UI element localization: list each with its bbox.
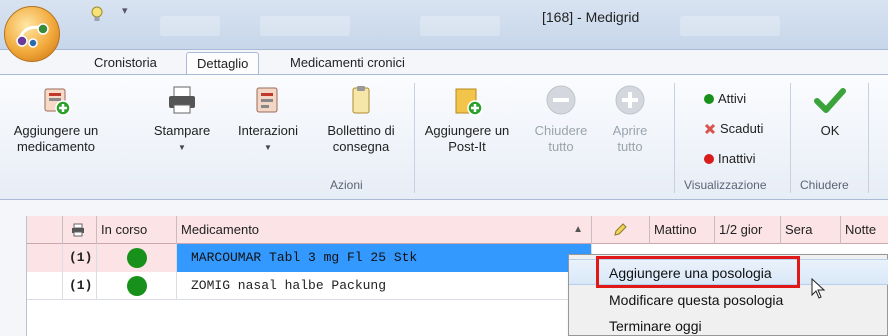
group-label-view: Visualizzazione	[684, 178, 767, 192]
header-in-progress[interactable]: In corso	[97, 216, 177, 244]
status-cell	[97, 272, 177, 300]
header-print-col[interactable]	[63, 216, 97, 244]
ribbon-separator	[414, 83, 415, 193]
expand-all-label: Aprire tutto	[612, 123, 648, 154]
ribbon-separator	[868, 83, 869, 193]
application-menu-button[interactable]	[4, 6, 60, 62]
ribbon-panel: Aggiungere un medicamento Stampare ▼ Int…	[0, 74, 888, 200]
print-dropdown-icon: ▼	[178, 143, 186, 152]
active-status-icon	[126, 276, 147, 296]
clipboard-icon	[344, 83, 378, 117]
lightbulb-icon[interactable]	[90, 6, 104, 24]
add-medicament-label: Aggiungere un medicamento	[13, 123, 99, 154]
sort-ascending-icon: ▲	[573, 224, 583, 235]
printer-small-icon	[72, 223, 84, 237]
ribbon-separator	[674, 83, 675, 193]
medicament-cell[interactable]: ZOMIG nasal halbe Packung	[177, 272, 592, 300]
add-postit-label: Aggiungere un Post-It	[424, 123, 510, 154]
add-postit-button[interactable]: Aggiungere un Post-It	[422, 83, 512, 155]
header-medicament[interactable]: Medicamento ▲	[177, 216, 592, 244]
menu-item-edit-posology[interactable]: Modificare questa posologia	[569, 287, 888, 313]
row-count: (1)	[63, 272, 97, 300]
red-dot-icon	[704, 153, 714, 164]
expired-x-icon	[704, 123, 716, 134]
green-dot-icon	[704, 93, 714, 104]
interactions-label: Interazioni	[238, 123, 298, 138]
tab-cronistoria[interactable]: Cronistoria	[84, 52, 167, 74]
filter-expired[interactable]: Scaduti	[704, 121, 763, 136]
filter-active-label: Attivi	[718, 91, 747, 106]
app-logo-icon	[16, 23, 49, 48]
delivery-note-label: Bollettino di consegna	[327, 123, 395, 154]
tab-dettaglio[interactable]: Dettaglio	[186, 52, 260, 75]
quick-access-dropdown-icon[interactable]: ▾	[122, 4, 128, 17]
minus-circle-icon	[544, 83, 578, 117]
checkmark-icon	[813, 83, 847, 117]
print-button[interactable]: Stampare ▼	[144, 83, 220, 156]
header-medicament-label: Medicamento	[181, 222, 260, 237]
plus-circle-icon	[613, 83, 647, 117]
ok-button[interactable]: OK	[800, 83, 860, 139]
row-count: (1)	[63, 244, 97, 272]
header-blank	[27, 216, 63, 244]
ok-label: OK	[820, 123, 840, 138]
background-blur	[680, 16, 780, 36]
header-evening[interactable]: Sera	[781, 216, 841, 244]
header-edit[interactable]	[592, 216, 650, 244]
background-blur	[260, 16, 350, 36]
menu-item-end-today[interactable]: Terminare oggi	[569, 313, 888, 336]
interactions-button[interactable]: Interazioni ▼	[226, 83, 310, 156]
interactions-icon	[251, 83, 285, 117]
filter-expired-label: Scaduti	[720, 121, 764, 136]
pencil-icon	[614, 223, 627, 236]
ribbon-separator	[790, 83, 791, 193]
filter-active[interactable]: Attivi	[704, 91, 746, 106]
delivery-note-button[interactable]: Bollettino di consegna	[314, 83, 408, 155]
collapse-all-label: Chiudere tutto	[534, 123, 588, 154]
group-label-actions: Azioni	[330, 178, 363, 192]
header-night[interactable]: Notte	[841, 216, 888, 244]
print-label: Stampare	[153, 123, 211, 138]
row-indicator	[27, 244, 63, 272]
background-blur	[420, 16, 500, 36]
background-blur	[160, 16, 220, 36]
postit-icon	[450, 83, 484, 117]
filter-inactive[interactable]: Inattivi	[704, 151, 756, 166]
filter-inactive-label: Inattivi	[718, 151, 756, 166]
header-morning[interactable]: Mattino	[650, 216, 715, 244]
medicament-cell[interactable]: MARCOUMAR Tabl 3 mg Fl 25 Stk	[177, 244, 592, 272]
printer-icon	[165, 83, 199, 117]
mouse-cursor-icon	[811, 278, 826, 299]
tab-medicamenti-cronici[interactable]: Medicamenti cronici	[280, 52, 415, 74]
add-medicament-button[interactable]: Aggiungere un medicamento	[8, 83, 104, 155]
status-cell	[97, 244, 177, 272]
title-bar: ▾ [168] - Medigrid	[0, 0, 888, 50]
expand-all-button[interactable]: Aprire tutto	[600, 83, 660, 155]
active-status-icon	[126, 248, 147, 268]
collapse-all-button[interactable]: Chiudere tutto	[528, 83, 594, 155]
interactions-dropdown-icon: ▼	[264, 143, 272, 152]
window-title: [168] - Medigrid	[542, 9, 640, 25]
header-half-day[interactable]: 1/2 gior	[715, 216, 781, 244]
row-indicator	[27, 272, 63, 300]
add-medicament-icon	[39, 83, 73, 117]
highlight-annotation	[596, 256, 800, 288]
grid-header: In corso Medicamento ▲ Mattino 1/2 gior …	[27, 216, 888, 244]
group-label-close: Chiudere	[800, 178, 849, 192]
